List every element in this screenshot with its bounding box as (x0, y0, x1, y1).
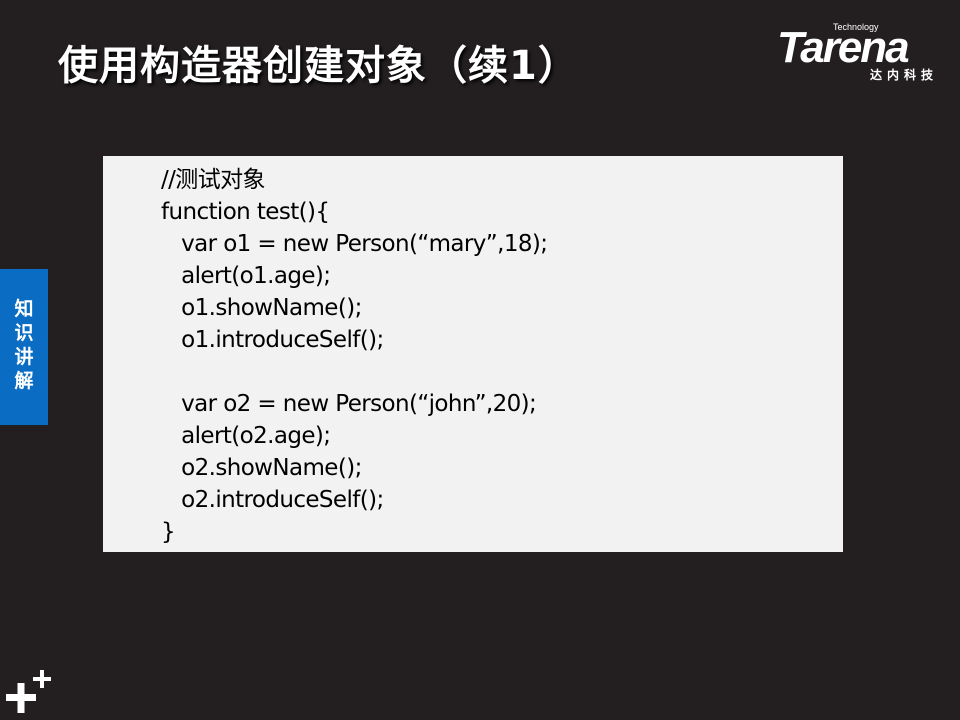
slide-title: 使用构造器创建对象（续1） (58, 43, 579, 89)
code-line: alert(o2.age); (161, 423, 331, 449)
code-line: o2.introduceSelf(); (161, 487, 384, 513)
code-line: } (161, 519, 176, 545)
section-tab-label: 知识讲解 (14, 298, 34, 392)
tarena-logo: Technology Tarena 达内科技 (777, 22, 942, 84)
code-line: //测试对象 (161, 167, 266, 193)
code-line: o1.showName(); (161, 295, 362, 321)
code-block: //测试对象 function test(){ var o1 = new Per… (161, 164, 548, 548)
code-line: o1.introduceSelf(); (161, 327, 384, 353)
section-tab: 知识讲解 (0, 269, 48, 425)
code-line: var o1 = new Person(“mary”,18); (161, 231, 548, 257)
logo-chinese-text: 达内科技 (869, 68, 938, 82)
plus-plus-icon (6, 670, 51, 713)
code-line: alert(o1.age); (161, 263, 331, 289)
code-line: var o2 = new Person(“john”,20); (161, 391, 537, 417)
logo-wordmark: Tarena (777, 23, 910, 72)
code-line: function test(){ (161, 199, 330, 225)
code-line: o2.showName(); (161, 455, 362, 481)
code-panel: //测试对象 function test(){ var o1 = new Per… (103, 156, 843, 552)
